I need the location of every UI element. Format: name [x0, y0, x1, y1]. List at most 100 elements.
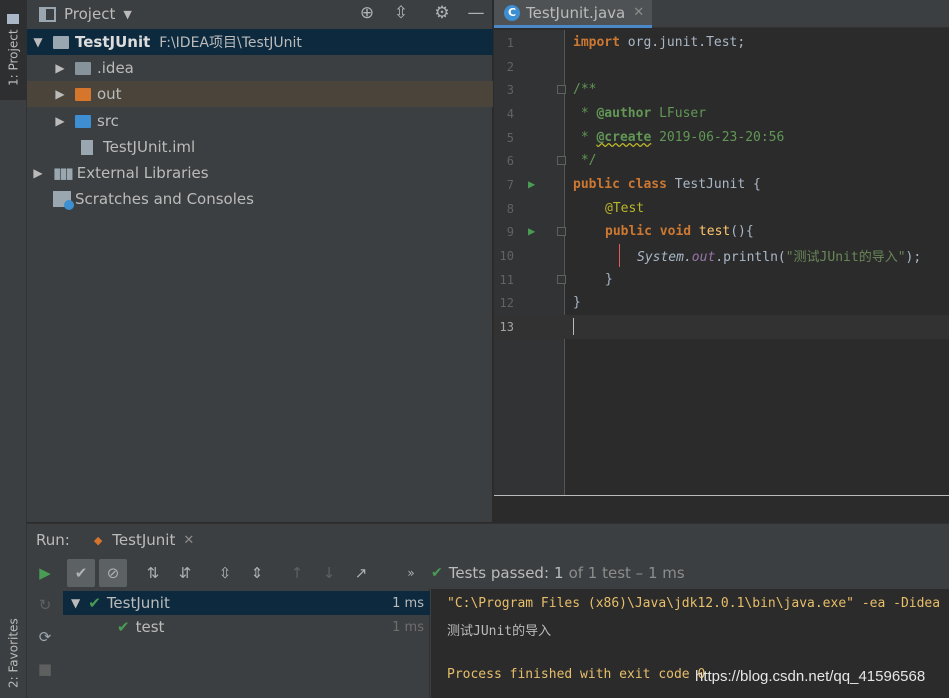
chevron-down-icon[interactable]: ▼ — [29, 35, 47, 49]
junit-config-icon: ◆ — [93, 533, 103, 547]
test-name: test — [135, 618, 165, 636]
close-icon[interactable]: ✕ — [183, 533, 194, 548]
fold-marker-icon[interactable] — [557, 227, 566, 237]
tree-item-label: TestJUnit — [75, 33, 151, 51]
collapse-all-icon[interactable]: ⇕ — [243, 559, 271, 587]
tests-status-count: 1 — [554, 563, 564, 582]
tree-item-idea[interactable]: ▶ .idea — [27, 55, 493, 81]
console-line: 测试JUnit的导入 — [447, 624, 552, 639]
rerun-icon[interactable]: ▶ — [31, 559, 59, 587]
project-tool-tab-label: 1: Project — [6, 29, 21, 87]
next-failed-icon[interactable]: ↓ — [315, 559, 343, 587]
code-area[interactable]: 1 import org.junit.Test; 2 3 /** 4 * @au… — [494, 30, 949, 495]
test-duration: 1 ms — [392, 595, 424, 611]
tree-item-scratches[interactable]: Scratches and Consoles — [27, 186, 493, 212]
favorites-tool-tab[interactable]: 2: Favorites — [0, 608, 27, 698]
code-line-current: 13 — [494, 315, 949, 339]
expand-all-icon[interactable]: ⇳ — [211, 559, 239, 587]
project-panel-header: Project ▼ — [27, 0, 492, 28]
code-line: 5 * @create 2019-06-23-20:56 — [494, 126, 949, 150]
run-toolbar: ▶ ✔ ⊘ ⇅ ⇵ ⇳ ⇕ ↑ ↓ ↗ » ✔ Tests passed: 1 … — [27, 556, 949, 589]
code-text: org.junit.Test; — [627, 35, 746, 51]
source-folder-icon — [75, 114, 91, 128]
collapse-all-icon[interactable]: ⇳ — [391, 3, 411, 23]
code-class: System. — [637, 250, 692, 266]
code-string: "测试JUnit的导入" — [785, 250, 906, 266]
project-tool-tab[interactable]: 1: Project — [0, 0, 27, 100]
test-row-testjunit[interactable]: ▼ ✔ TestJunit 1 ms — [63, 591, 430, 615]
tree-item-external-libraries[interactable]: ▶ ▮▮▮ External Libraries — [27, 160, 493, 186]
project-panel: Project ▼ ⊕ ⇳ ⚙ — ▼ TestJUnit F:\IDEA项目\… — [27, 0, 493, 522]
chevron-right-icon[interactable]: ▶ — [51, 87, 69, 101]
code-comment: * — [573, 106, 597, 122]
tests-status-suffix: of 1 test – 1 ms — [568, 563, 685, 582]
tab-testjunit-java[interactable]: C TestJunit.java ✕ — [494, 0, 652, 28]
gear-icon[interactable]: ⚙ — [432, 3, 452, 23]
project-panel-tools: ⊕ ⇳ — [357, 3, 411, 23]
stop-icon[interactable]: ■ — [27, 653, 63, 685]
tree-item-label: External Libraries — [76, 164, 209, 182]
folder-icon — [75, 87, 91, 101]
code-comment: */ — [573, 153, 597, 169]
console-line: "C:\Program Files (x86)\Java\jdk12.0.1\b… — [447, 596, 941, 611]
code-keyword: import — [573, 35, 620, 51]
line-number: 9 — [506, 224, 514, 239]
line-number: 2 — [506, 59, 514, 74]
tree-item-src[interactable]: ▶ src — [27, 108, 493, 134]
indent-guide — [619, 244, 620, 267]
java-class-icon: C — [504, 4, 520, 21]
chevron-down-icon[interactable]: ▼ — [71, 596, 80, 610]
fold-marker-icon[interactable] — [557, 156, 566, 166]
javadoc-tag: @author — [596, 106, 652, 122]
show-passed-icon[interactable]: ✔ — [67, 558, 95, 587]
tree-item-iml[interactable]: TestJUnit.iml — [27, 134, 493, 160]
show-ignored-icon[interactable]: ⊘ — [99, 558, 127, 587]
line-number: 12 — [499, 295, 514, 310]
line-number: 3 — [506, 82, 514, 97]
javadoc-tag: @create — [596, 130, 652, 146]
chevron-right-icon[interactable]: ▶ — [51, 114, 69, 128]
fold-marker-icon[interactable] — [557, 85, 566, 95]
run-label: Run: — [36, 531, 70, 549]
tree-item-testjunit[interactable]: ▼ TestJUnit F:\IDEA项目\TestJUnit — [27, 29, 493, 55]
run-tab-testjunit[interactable]: ◆ TestJunit ✕ — [94, 531, 194, 549]
line-number: 1 — [506, 35, 514, 50]
tree-item-out[interactable]: ▶ out — [27, 81, 493, 107]
locate-icon[interactable]: ⊕ — [357, 3, 377, 23]
tree-item-label: src — [97, 112, 119, 130]
code-line: 6 */ — [494, 149, 949, 173]
toggle-auto-test-icon[interactable]: ⟳ — [27, 621, 63, 653]
chevron-right-icon[interactable]: ▶ — [51, 61, 69, 75]
fold-marker-icon[interactable] — [557, 275, 566, 285]
line-number: 7 — [506, 177, 514, 192]
sort-alphabetically-icon[interactable]: ⇅ — [139, 559, 167, 587]
rerun-failed-icon[interactable]: ↻ — [27, 589, 63, 621]
export-icon[interactable]: ↗ — [347, 559, 375, 587]
minimize-icon[interactable]: — — [466, 3, 486, 23]
editor-tab-bar: C TestJunit.java ✕ — [494, 0, 949, 28]
code-editor: C TestJunit.java ✕ 1 import org.junit.Te… — [494, 0, 949, 522]
close-icon[interactable]: ✕ — [633, 5, 644, 20]
tree-item-label: .idea — [97, 59, 134, 77]
line-number: 4 — [506, 106, 514, 121]
chevron-down-icon[interactable]: ▼ — [123, 8, 131, 21]
favorites-tool-tab-label: 2: Favorites — [6, 618, 21, 688]
more-icon[interactable]: » — [397, 559, 425, 587]
chevron-right-icon[interactable]: ▶ — [29, 166, 47, 180]
code-comment: LFuser — [651, 106, 707, 122]
console-line: Process finished with exit code 0 — [447, 667, 706, 682]
code-text: } — [605, 272, 613, 288]
code-text: } — [573, 295, 581, 311]
test-row-test[interactable]: ✔ test 1 ms — [63, 615, 430, 639]
sort-by-duration-icon[interactable]: ⇵ — [171, 559, 199, 587]
run-test-icon[interactable] — [526, 177, 542, 193]
previous-failed-icon[interactable]: ↑ — [283, 559, 311, 587]
code-annotation: @Test — [605, 201, 645, 217]
project-panel-icon — [39, 6, 56, 22]
tree-item-path: F:\IDEA项目\TestJUnit — [159, 35, 302, 51]
code-line: 10 System.out.println("测试JUnit的导入"); — [494, 244, 949, 268]
project-panel-title[interactable]: Project — [64, 5, 115, 23]
test-results-tree: ▼ ✔ TestJunit 1 ms ✔ test 1 ms — [63, 589, 430, 698]
run-test-icon[interactable] — [526, 224, 542, 240]
run-panel-header: Run: ◆ TestJunit ✕ — [27, 524, 949, 556]
